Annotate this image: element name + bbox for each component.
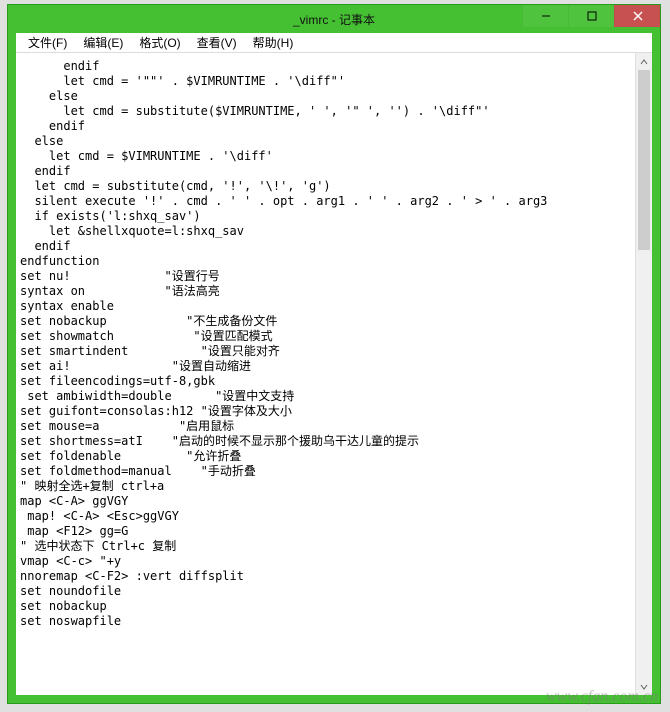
close-icon <box>633 11 643 21</box>
chevron-down-icon <box>640 678 648 696</box>
scroll-thumb[interactable] <box>638 70 650 250</box>
menu-edit[interactable]: 编辑(E) <box>75 32 131 53</box>
close-button[interactable] <box>614 5 660 27</box>
content-area: endif let cmd = '""' . $VIMRUNTIME . '\d… <box>16 53 652 695</box>
menu-label: 查看(V) <box>197 36 237 50</box>
menu-label: 编辑(E) <box>83 36 123 50</box>
text-editor[interactable]: endif let cmd = '""' . $VIMRUNTIME . '\d… <box>16 53 635 695</box>
scroll-down-button[interactable] <box>636 678 652 695</box>
menubar: 文件(F) 编辑(E) 格式(O) 查看(V) 帮助(H) <box>16 33 652 53</box>
menu-label: 帮助(H) <box>253 36 294 50</box>
menu-label: 文件(F) <box>28 36 67 50</box>
maximize-button[interactable] <box>568 5 614 27</box>
minimize-icon <box>541 11 551 21</box>
minimize-button[interactable] <box>522 5 568 27</box>
titlebar[interactable]: _vimrc - 记事本 <box>8 5 660 33</box>
menu-view[interactable]: 查看(V) <box>189 32 245 53</box>
maximize-icon <box>587 11 597 21</box>
vertical-scrollbar[interactable] <box>635 53 652 695</box>
menu-file[interactable]: 文件(F) <box>20 32 75 53</box>
menu-label: 格式(O) <box>139 36 180 50</box>
app-window: _vimrc - 记事本 文件(F) 编辑(E) 格式(O) 查看(V) <box>7 4 661 704</box>
chevron-up-icon <box>640 53 648 71</box>
window-title: _vimrc - 记事本 <box>293 11 375 28</box>
scroll-up-button[interactable] <box>636 53 652 70</box>
window-controls <box>522 5 660 27</box>
menu-format[interactable]: 格式(O) <box>131 32 188 53</box>
menu-help[interactable]: 帮助(H) <box>245 32 302 53</box>
